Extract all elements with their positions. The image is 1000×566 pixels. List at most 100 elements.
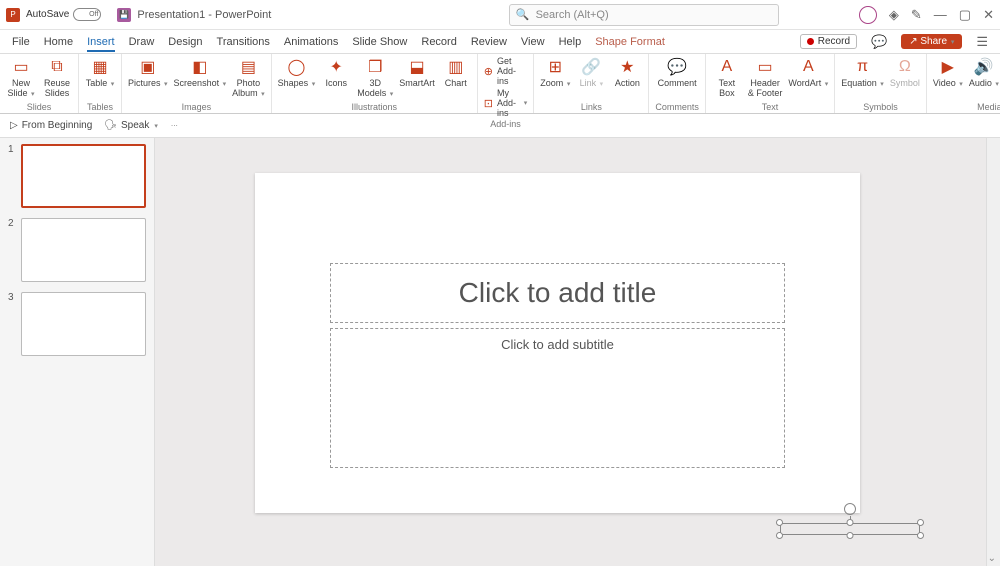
- chevron-down-icon: ▾: [111, 81, 115, 89]
- ribbon-group-tables: ▦Table ▾Tables: [79, 54, 122, 113]
- smartart-button[interactable]: ⬓SmartArt: [399, 56, 435, 89]
- chevron-down-icon: ▾: [223, 81, 227, 89]
- slide-canvas-area[interactable]: Click to add title Click to add subtitle: [155, 138, 986, 566]
- speak-button[interactable]: 🗣 Speak ▾: [104, 120, 158, 131]
- audio-button[interactable]: 🔊Audio ▾: [969, 56, 999, 89]
- from-beginning-button[interactable]: ▷ From Beginning: [10, 120, 92, 131]
- play-icon: ▷: [10, 120, 18, 131]
- resize-handle-br[interactable]: [917, 532, 924, 539]
- comments-icon[interactable]: 💬: [871, 34, 887, 50]
- menu-draw[interactable]: Draw: [129, 36, 155, 48]
- ribbon-group-add-ins: ⊕Get Add-ins⊡My Add-ins▾Add-ins: [478, 54, 535, 113]
- menu-shape-format[interactable]: Shape Format: [595, 36, 665, 48]
- menu-help[interactable]: Help: [559, 36, 582, 48]
- autosave-toggle[interactable]: AutoSave Off: [26, 8, 101, 21]
- action-button[interactable]: ★Action: [612, 56, 642, 89]
- minimize-button[interactable]: —: [934, 7, 947, 22]
- wordart-button[interactable]: AWordArt ▾: [788, 56, 828, 89]
- close-button[interactable]: ✕: [983, 7, 994, 23]
- screenshot-icon: ◧: [189, 56, 211, 78]
- reuse-slides-icon: ⧉: [46, 56, 68, 78]
- subtitle-placeholder[interactable]: Click to add subtitle: [330, 328, 785, 468]
- wordart-icon: A: [797, 56, 819, 78]
- table-button[interactable]: ▦Table ▾: [85, 56, 115, 89]
- icons-button[interactable]: ✦Icons: [321, 56, 351, 89]
- shapes-icon: ◯: [285, 56, 307, 78]
- pencil-icon[interactable]: ✎: [911, 7, 922, 23]
- comment-button[interactable]: 💬Comment: [658, 56, 697, 89]
- shapes-button[interactable]: ◯Shapes ▾: [278, 56, 316, 89]
- resize-handle-tr[interactable]: [917, 519, 924, 526]
- chart-icon: ▥: [445, 56, 467, 78]
- menu-transitions[interactable]: Transitions: [217, 36, 270, 48]
- share-button[interactable]: ↗ Share ▾: [901, 34, 962, 49]
- menu-file[interactable]: File: [12, 36, 30, 48]
- chevron-down-icon: ▾: [524, 99, 528, 107]
- overflow-icon[interactable]: ⋯: [171, 122, 178, 130]
- menu-design[interactable]: Design: [168, 36, 202, 48]
- collapse-ribbon-icon[interactable]: ⌄: [988, 553, 996, 564]
- menu-record[interactable]: Record: [421, 36, 456, 48]
- search-box[interactable]: 🔍 Search (Alt+Q): [509, 4, 779, 26]
- resize-handle-tl[interactable]: [776, 519, 783, 526]
- selected-shape[interactable]: [780, 523, 920, 535]
- symbol-button[interactable]: ΩSymbol: [890, 56, 920, 89]
- save-icon[interactable]: 💾: [117, 8, 131, 22]
- link-icon: 🔗: [580, 56, 602, 78]
- group-label: Symbols: [863, 101, 898, 113]
- zoom-button[interactable]: ⊞Zoom ▾: [540, 56, 570, 89]
- rotate-handle[interactable]: [844, 503, 856, 515]
- menu-animations[interactable]: Animations: [284, 36, 338, 48]
- thumbnail-row: 3: [8, 292, 146, 356]
- ribbon-options-icon[interactable]: ☰: [976, 34, 988, 50]
- screenshot-button[interactable]: ◧Screenshot ▾: [174, 56, 227, 89]
- get-addins-button[interactable]: ⊕Get Add-ins: [484, 56, 528, 86]
- video-icon: ▶: [937, 56, 959, 78]
- ribbon-group-text: AText Box▭Header & FooterAWordArt ▾Text: [706, 54, 835, 113]
- menu-view[interactable]: View: [521, 36, 545, 48]
- slide[interactable]: Click to add title Click to add subtitle: [255, 173, 860, 513]
- menu-review[interactable]: Review: [471, 36, 507, 48]
- search-placeholder: Search (Alt+Q): [536, 9, 609, 21]
- reuse-slides-button[interactable]: ⧉Reuse Slides: [42, 56, 72, 99]
- slide-number: 2: [8, 218, 16, 282]
- autosave-pill[interactable]: Off: [73, 8, 101, 21]
- comment-icon: 💬: [666, 56, 688, 78]
- photo-album-button[interactable]: ▤Photo Album ▾: [232, 56, 265, 99]
- 3d-models-button[interactable]: ❒3D Models ▾: [357, 56, 393, 99]
- group-label: Media: [977, 101, 1000, 113]
- ribbon-group-slides: ▭New Slide ▾⧉Reuse SlidesSlides: [0, 54, 79, 113]
- title-bar: P AutoSave Off 💾 Presentation1 - PowerPo…: [0, 0, 1000, 30]
- vertical-scrollbar[interactable]: [986, 138, 1000, 566]
- menu-home[interactable]: Home: [44, 36, 73, 48]
- user-avatar[interactable]: [859, 6, 877, 24]
- slide-thumbnail-2[interactable]: [21, 218, 146, 282]
- ribbon-group-comments: 💬CommentComments: [649, 54, 706, 113]
- workspace: 123 Click to add title Click to add subt…: [0, 138, 1000, 566]
- equation-button[interactable]: πEquation ▾: [841, 56, 884, 89]
- resize-handle-bl[interactable]: [776, 532, 783, 539]
- ribbon: ▭New Slide ▾⧉Reuse SlidesSlides▦Table ▾T…: [0, 54, 1000, 114]
- text-box-icon: A: [716, 56, 738, 78]
- menu-insert[interactable]: Insert: [87, 36, 115, 52]
- slide-thumbnail-panel: 123: [0, 138, 155, 566]
- powerpoint-icon: P: [6, 8, 20, 22]
- slide-thumbnail-1[interactable]: [21, 144, 146, 208]
- resize-handle-bm[interactable]: [847, 532, 854, 539]
- my-addins-button[interactable]: ⊡My Add-ins▾: [484, 88, 528, 118]
- chevron-down-icon: ▾: [164, 81, 168, 89]
- video-button[interactable]: ▶Video ▾: [933, 56, 963, 89]
- pictures-button[interactable]: ▣Pictures ▾: [128, 56, 168, 89]
- diamond-icon[interactable]: ◈: [889, 7, 899, 23]
- resize-handle-tm[interactable]: [847, 519, 854, 526]
- menu-slide-show[interactable]: Slide Show: [352, 36, 407, 48]
- text-box-button[interactable]: AText Box: [712, 56, 742, 99]
- title-placeholder[interactable]: Click to add title: [330, 263, 785, 323]
- header-footer-button[interactable]: ▭Header & Footer: [748, 56, 783, 99]
- chart-button[interactable]: ▥Chart: [441, 56, 471, 89]
- slide-thumbnail-3[interactable]: [21, 292, 146, 356]
- new-slide-button[interactable]: ▭New Slide ▾: [6, 56, 36, 99]
- record-button[interactable]: Record: [800, 34, 857, 49]
- maximize-button[interactable]: ▢: [959, 7, 971, 23]
- link-button[interactable]: 🔗Link ▾: [576, 56, 606, 89]
